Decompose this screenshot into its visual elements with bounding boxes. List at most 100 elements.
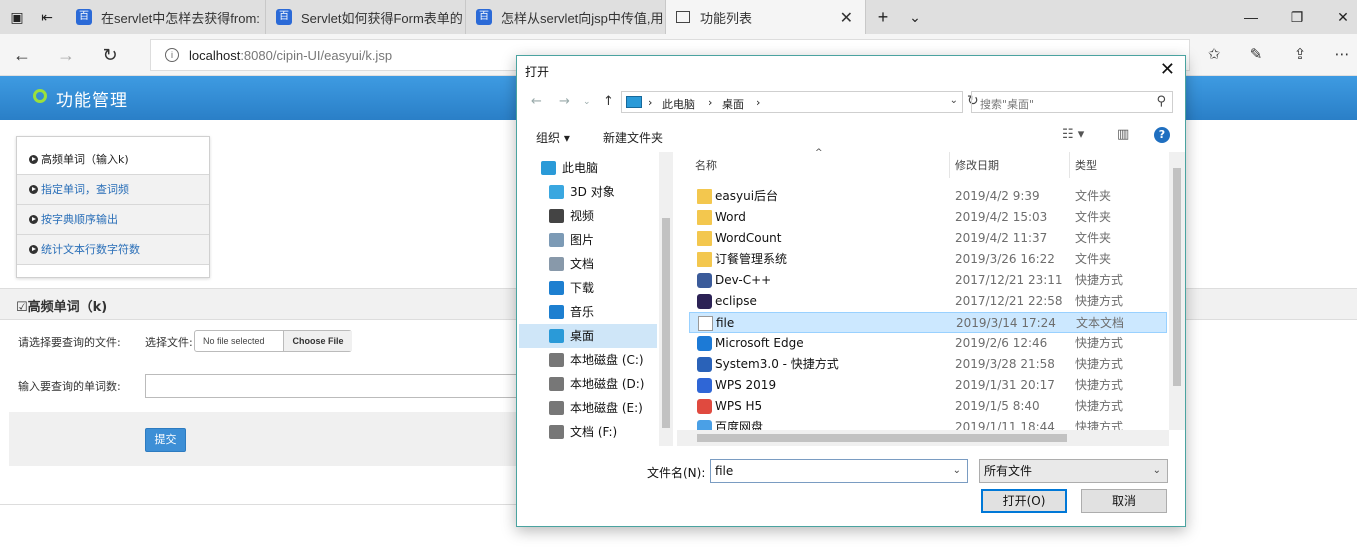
file-row[interactable]: Microsoft Edge 2019/2/6 12:46 快捷方式: [689, 333, 1167, 354]
column-type[interactable]: 类型: [1075, 152, 1097, 180]
column-name[interactable]: 名称: [695, 152, 717, 180]
file-row[interactable]: System3.0 - 快捷方式 2019/3/28 21:58 快捷方式: [689, 354, 1167, 375]
menu-item-line-char-count[interactable]: 统计文本行数字符数: [17, 235, 209, 265]
nav-scroll-thumb[interactable]: [662, 218, 670, 428]
file-type-select[interactable]: 所有文件 ⌄: [979, 459, 1168, 483]
browser-tab-2[interactable]: 百 Servlet如何获得Form表单的: [266, 0, 466, 34]
open-file-dialog: 打开 ✕ ← → ⌄ ↑ › 此电脑 › 桌面 › ⌄ ↻ 搜索"桌面" ⚲ 组…: [516, 55, 1186, 527]
browser-tab-3[interactable]: 百 怎样从servlet向jsp中传值,用: [466, 0, 666, 34]
recent-chevron-icon[interactable]: ⌄: [583, 97, 591, 107]
cancel-button[interactable]: 取消: [1081, 489, 1167, 513]
location-icon: [549, 185, 564, 199]
nav-item[interactable]: 音乐: [519, 300, 657, 324]
submit-button[interactable]: 提交: [145, 428, 186, 452]
file-name: eclipse: [715, 294, 757, 308]
dialog-close-icon[interactable]: ✕: [1160, 59, 1175, 80]
nav-item[interactable]: 下载: [519, 276, 657, 300]
help-icon[interactable]: ?: [1154, 127, 1170, 143]
location-icon: [549, 377, 564, 391]
more-icon[interactable]: ⋯: [1330, 43, 1354, 67]
nav-item[interactable]: 3D 对象: [519, 180, 657, 204]
breadcrumb[interactable]: › 此电脑 › 桌面 › ⌄: [621, 91, 963, 113]
nav-item[interactable]: 图片: [519, 228, 657, 252]
view-options-icon[interactable]: ☷ ▾: [1062, 127, 1084, 142]
chevron-down-icon[interactable]: ⌄: [953, 460, 961, 482]
file-input[interactable]: No file selected Choose File: [194, 330, 352, 352]
tab-actions-icon[interactable]: ▣: [8, 8, 26, 26]
file-date: 2017/12/21 23:11: [955, 273, 1063, 287]
breadcrumb-item[interactable]: 桌面: [722, 96, 744, 112]
forward-arrow-icon[interactable]: →: [54, 43, 78, 67]
file-scrollbar[interactable]: [1169, 152, 1185, 430]
nav-item[interactable]: 桌面: [519, 324, 657, 348]
close-tab-icon[interactable]: ✕: [840, 8, 853, 28]
back-arrow-icon[interactable]: ←: [10, 43, 34, 67]
browser-tab-active[interactable]: 功能列表 ✕: [666, 0, 866, 34]
restore-icon[interactable]: ❐: [1274, 0, 1320, 34]
organize-button[interactable]: 组织 ▾: [536, 129, 570, 146]
up-arrow-icon[interactable]: ↑: [603, 94, 614, 109]
text-file-icon: [698, 316, 713, 331]
share-icon[interactable]: ⇪: [1288, 43, 1312, 67]
favorites-icon[interactable]: ✩: [1202, 43, 1226, 67]
nav-item[interactable]: 本地磁盘 (E:): [519, 396, 657, 420]
file-name: WordCount: [715, 231, 782, 245]
horizontal-scrollbar[interactable]: [677, 430, 1169, 446]
open-button[interactable]: 打开(O): [981, 489, 1067, 513]
nav-item[interactable]: 此电脑: [519, 156, 657, 180]
back-arrow-icon[interactable]: ←: [531, 94, 542, 109]
horizontal-scroll-thumb[interactable]: [697, 434, 1067, 442]
tab-list-chevron-icon[interactable]: ⌄: [906, 8, 924, 26]
column-date[interactable]: 修改日期: [955, 152, 999, 180]
file-row[interactable]: file 2019/3/14 17:24 文本文档: [689, 312, 1167, 333]
file-row[interactable]: eclipse 2017/12/21 22:58 快捷方式: [689, 291, 1167, 312]
new-folder-button[interactable]: 新建文件夹: [603, 129, 663, 146]
file-name: System3.0 - 快捷方式: [715, 357, 839, 371]
file-scroll-thumb[interactable]: [1173, 168, 1181, 386]
new-tab-icon[interactable]: +: [874, 8, 892, 26]
menu-item-dictionary-order[interactable]: 按字典顺序输出: [17, 205, 209, 235]
nav-item[interactable]: 视频: [519, 204, 657, 228]
set-aside-tabs-icon[interactable]: ⇤: [38, 8, 56, 26]
shortcut-icon: [697, 399, 712, 414]
file-date: 2017/12/21 22:58: [955, 294, 1063, 308]
filename-input[interactable]: file ⌄: [710, 459, 968, 483]
choose-file-button[interactable]: Choose File: [283, 331, 352, 351]
file-row[interactable]: Word 2019/4/2 15:03 文件夹: [689, 207, 1167, 228]
folder-icon: [697, 189, 712, 204]
search-input[interactable]: 搜索"桌面" ⚲: [971, 91, 1173, 113]
window-close-icon[interactable]: ✕: [1320, 0, 1357, 34]
browser-tab-bar: ▣ ⇤ 百 在servlet中怎样去获得from: 百 Servlet如何获得F…: [0, 0, 1357, 34]
file-type: 快捷方式: [1075, 399, 1124, 413]
logo-icon: [33, 89, 47, 103]
column-separator[interactable]: [1069, 152, 1070, 178]
file-row[interactable]: Dev-C++ 2017/12/21 23:11 快捷方式: [689, 270, 1167, 291]
forward-arrow-icon[interactable]: →: [559, 94, 570, 109]
nav-scrollbar[interactable]: [659, 152, 673, 446]
file-row[interactable]: WPS 2019 2019/1/31 20:17 快捷方式: [689, 375, 1167, 396]
breadcrumb-item[interactable]: 此电脑: [662, 96, 695, 112]
column-separator[interactable]: [949, 152, 950, 178]
file-date: 2019/2/6 12:46: [955, 336, 1048, 350]
menu-item-word-frequency[interactable]: 指定单词，查词频: [17, 175, 209, 205]
file-row[interactable]: easyui后台 2019/4/2 9:39 文件夹: [689, 186, 1167, 207]
menu-item-top-words[interactable]: 高频单词（输入k): [17, 145, 209, 175]
nav-item[interactable]: 本地磁盘 (D:): [519, 372, 657, 396]
site-info-icon[interactable]: i: [165, 48, 179, 62]
nav-item-label: 视频: [570, 209, 595, 223]
refresh-icon[interactable]: ↻: [98, 43, 122, 67]
file-row[interactable]: WordCount 2019/4/2 11:37 文件夹: [689, 228, 1167, 249]
nav-item-label: 本地磁盘 (D:): [570, 377, 645, 391]
nav-item[interactable]: 文档: [519, 252, 657, 276]
arrow-bullet-icon: [29, 155, 38, 164]
word-count-input[interactable]: [145, 374, 517, 398]
file-row[interactable]: WPS H5 2019/1/5 8:40 快捷方式: [689, 396, 1167, 417]
file-row[interactable]: 订餐管理系统 2019/3/26 16:22 文件夹: [689, 249, 1167, 270]
browser-tab-1[interactable]: 百 在servlet中怎样去获得from:: [66, 0, 266, 34]
minimize-icon[interactable]: —: [1228, 0, 1274, 34]
pen-icon[interactable]: ✎: [1244, 43, 1268, 67]
chevron-down-icon[interactable]: ⌄: [950, 95, 958, 106]
nav-item[interactable]: 本地磁盘 (C:): [519, 348, 657, 372]
preview-pane-icon[interactable]: ▥: [1117, 127, 1129, 142]
nav-item[interactable]: 文档 (F:): [519, 420, 657, 444]
